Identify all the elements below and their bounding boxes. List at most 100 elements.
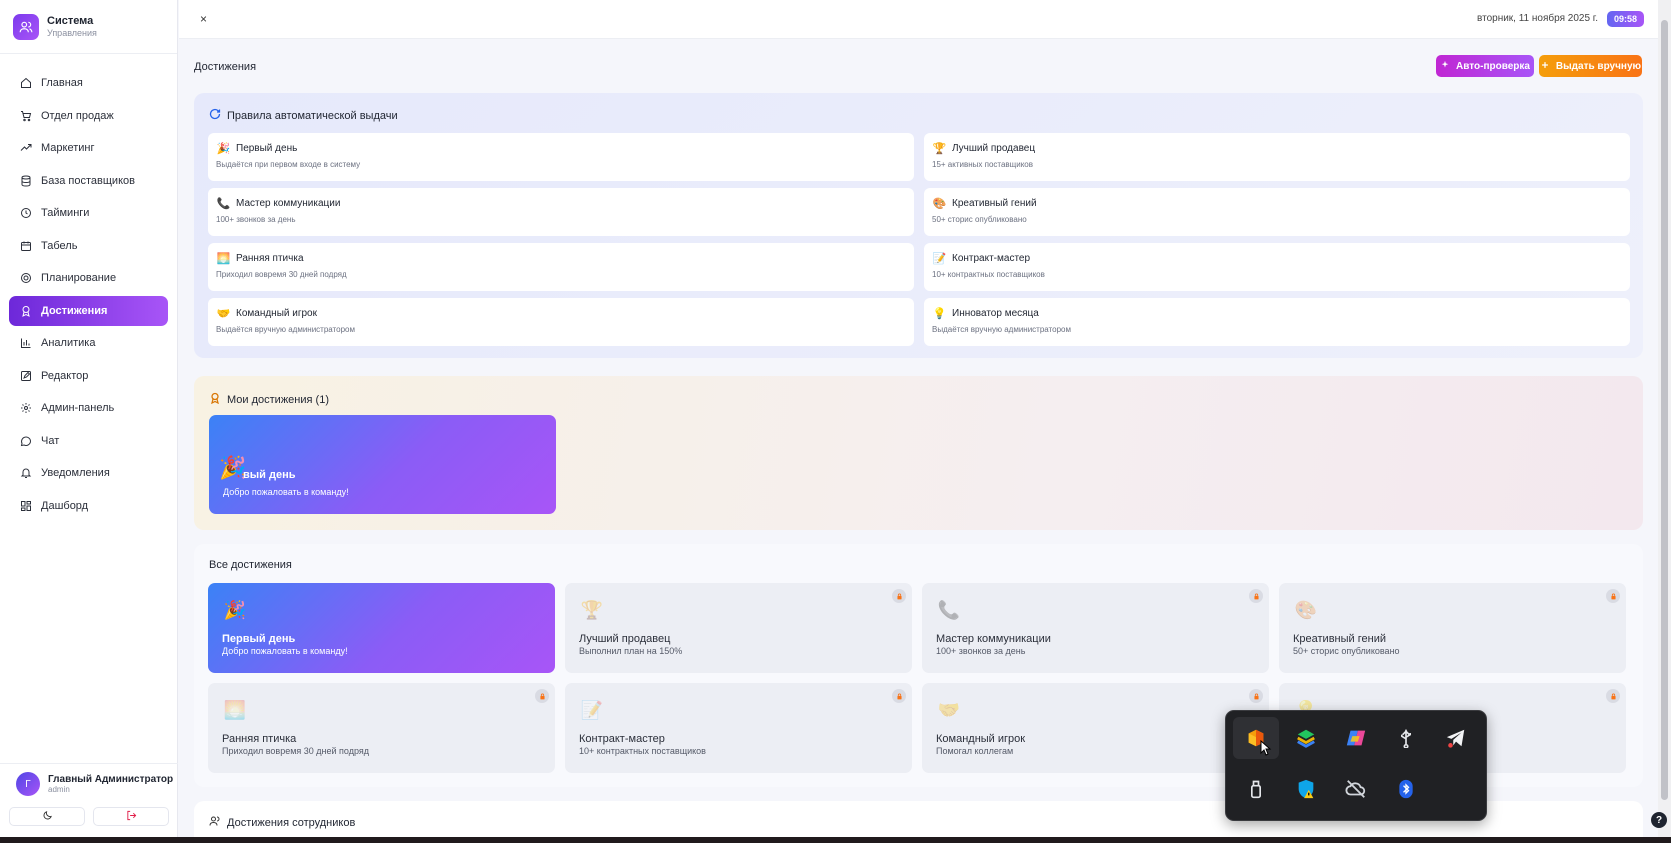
sidebar-item-label: База поставщиков bbox=[41, 174, 135, 187]
achievement-card-communication[interactable]: 📞 Мастер коммуникации 100+ звонков за де… bbox=[922, 583, 1269, 673]
handshake-icon: 🤝 bbox=[216, 308, 231, 320]
cloud-offline-icon[interactable] bbox=[1333, 768, 1379, 810]
user-name: Главный Администратор bbox=[48, 774, 174, 785]
refresh-icon bbox=[209, 108, 221, 123]
clock-icon bbox=[20, 207, 32, 219]
sidebar-item-marketing[interactable]: Маркетинг bbox=[9, 133, 168, 163]
database-icon bbox=[20, 175, 32, 187]
sidebar-item-timings[interactable]: Тайминги bbox=[9, 198, 168, 228]
sidebar-item-notifications[interactable]: Уведомления bbox=[9, 458, 168, 488]
lightbulb-icon: 💡 bbox=[932, 308, 947, 320]
moon-icon bbox=[42, 810, 53, 824]
bluetooth-icon[interactable] bbox=[1383, 768, 1429, 810]
memo-icon: 📝 bbox=[932, 253, 947, 265]
usb-icon[interactable] bbox=[1383, 717, 1429, 759]
my-achievements-title: Мои достижения (1) bbox=[227, 393, 329, 406]
sidebar: Система Управления Главная Отдел продаж … bbox=[0, 0, 178, 837]
rules-heading: Правила автоматической выдачи bbox=[209, 108, 398, 123]
auto-check-button[interactable]: Авто-проверка bbox=[1436, 55, 1534, 77]
sidebar-item-analytics[interactable]: Аналитика bbox=[9, 328, 168, 358]
help-button[interactable]: ? bbox=[1651, 812, 1667, 828]
rules-title: Правила автоматической выдачи bbox=[227, 109, 398, 122]
my-achievement-card[interactable]: 🎉 вый день Добро пожаловать в команду! bbox=[209, 415, 556, 514]
achievement-card-first-day[interactable]: 🎉 Первый день Добро пожаловать в команду… bbox=[208, 583, 555, 673]
trophy-icon: 🏆 bbox=[580, 599, 604, 620]
bluestacks-icon[interactable] bbox=[1283, 717, 1329, 759]
achievement-desc: Добро пожаловать в команду! bbox=[223, 487, 349, 497]
lock-icon bbox=[1606, 589, 1620, 603]
close-icon[interactable]: × bbox=[200, 12, 207, 26]
sidebar-item-label: Главная bbox=[41, 77, 83, 89]
palette-icon: 🎨 bbox=[1294, 599, 1318, 620]
sidebar-item-achievements[interactable]: Достижения bbox=[9, 295, 168, 326]
sidebar-item-dashboard[interactable]: Дашборд bbox=[9, 491, 168, 521]
sidebar-item-editor[interactable]: Редактор bbox=[9, 361, 168, 391]
scrollbar-thumb[interactable] bbox=[1661, 20, 1668, 800]
achievement-desc: 50+ сторис опубликовано bbox=[1293, 646, 1400, 656]
target-icon bbox=[20, 272, 32, 284]
achievement-desc: 100+ звонков за день bbox=[936, 646, 1026, 656]
all-achievements-title: Все достижения bbox=[209, 559, 292, 571]
my-achievements-panel: Мои достижения (1) 🎉 вый день Добро пожа… bbox=[194, 376, 1643, 530]
calendar-icon bbox=[20, 240, 32, 252]
sidebar-item-sales[interactable]: Отдел продаж bbox=[9, 101, 168, 131]
sidebar-item-planning[interactable]: Планирование bbox=[9, 263, 168, 293]
auto-check-label: Авто-проверка bbox=[1456, 60, 1530, 72]
theme-toggle-button[interactable] bbox=[9, 807, 85, 826]
sidebar-item-timesheet[interactable]: Табель bbox=[9, 231, 168, 261]
trophy-icon: 🏆 bbox=[932, 143, 947, 155]
user-profile[interactable]: Г Главный Администратор admin bbox=[0, 763, 178, 796]
lock-icon bbox=[892, 689, 906, 703]
employee-achievements-heading: Достижения сотрудников bbox=[209, 815, 355, 830]
rule-desc: Выдаётся вручную администратором bbox=[932, 325, 1071, 334]
achievement-name: вый день bbox=[243, 469, 296, 481]
system-tray-overflow bbox=[1225, 710, 1487, 821]
lock-icon bbox=[1606, 689, 1620, 703]
brand-subtitle: Управления bbox=[47, 28, 97, 38]
auto-rules-panel: Правила автоматической выдачи 🎉 Первый де… bbox=[194, 93, 1643, 358]
sunrise-icon: 🌅 bbox=[223, 699, 247, 720]
party-icon: 🎉 bbox=[216, 143, 231, 155]
memo-icon: 📝 bbox=[580, 699, 604, 720]
achievement-desc: Добро пожаловать в команду! bbox=[222, 646, 348, 656]
achievement-name: Лучший продавец bbox=[579, 633, 671, 645]
taskbar-edge bbox=[0, 837, 1671, 843]
sidebar-item-admin[interactable]: Админ-панель bbox=[9, 393, 168, 423]
rule-name: Командный игрок bbox=[236, 308, 317, 319]
my-achievements-heading: Мои достижения (1) bbox=[209, 392, 329, 407]
sidebar-nav: Главная Отдел продаж Маркетинг База пост… bbox=[0, 54, 177, 521]
brand[interactable]: Система Управления bbox=[0, 0, 177, 54]
rule-card-early-bird: 🌅 Ранняя птичка Приходил вовремя 30 дней … bbox=[208, 243, 914, 291]
telegram-icon[interactable] bbox=[1433, 717, 1479, 759]
logout-button[interactable] bbox=[93, 807, 169, 826]
lock-icon bbox=[892, 589, 906, 603]
sidebar-item-chat[interactable]: Чат bbox=[9, 426, 168, 456]
sidebar-item-label: Тайминги bbox=[41, 207, 90, 219]
rule-name: Инноватор месяца bbox=[952, 308, 1039, 319]
rule-card-creative: 🎨 Креативный гений 50+ сторис опубликован… bbox=[924, 188, 1630, 236]
sunrise-icon: 🌅 bbox=[216, 253, 231, 265]
award-icon bbox=[209, 392, 221, 407]
achievement-card-team-player[interactable]: 🤝 Командный игрок Помогал коллегам bbox=[922, 683, 1269, 773]
rule-name: Лучший продавец bbox=[952, 143, 1036, 154]
page-scrollbar[interactable] bbox=[1658, 0, 1671, 837]
sidebar-item-home[interactable]: Главная bbox=[9, 68, 168, 98]
lock-icon bbox=[1249, 689, 1263, 703]
achievement-card-creative[interactable]: 🎨 Креативный гений 50+ сторис опубликова… bbox=[1279, 583, 1626, 673]
sidebar-item-suppliers[interactable]: База поставщиков bbox=[9, 166, 168, 196]
achievement-name: Креативный гений bbox=[1293, 633, 1386, 645]
copilot-icon[interactable] bbox=[1333, 717, 1379, 759]
manual-award-button[interactable]: Выдать вручную bbox=[1539, 55, 1642, 77]
defender-warning-icon[interactable] bbox=[1283, 768, 1329, 810]
rule-name: Первый день bbox=[236, 143, 298, 154]
bar-chart-icon bbox=[20, 337, 32, 349]
brand-title: Система bbox=[47, 15, 94, 27]
achievement-card-early-bird[interactable]: 🌅 Ранняя птичка Приходил вовремя 30 дней… bbox=[208, 683, 555, 773]
achievement-card-contract[interactable]: 📝 Контракт-мастер 10+ контрактных постав… bbox=[565, 683, 912, 773]
rules-grid: 🎉 Первый день Выдаётся при первом входе в… bbox=[208, 133, 1630, 346]
achievement-card-best-seller[interactable]: 🏆 Лучший продавец Выполнил план на 150% bbox=[565, 583, 912, 673]
usb-drive-icon[interactable] bbox=[1233, 768, 1279, 810]
current-date: вторник, 11 ноября 2025 г. bbox=[1477, 13, 1598, 24]
office-app-icon[interactable] bbox=[1233, 717, 1279, 759]
cart-icon bbox=[20, 110, 32, 122]
